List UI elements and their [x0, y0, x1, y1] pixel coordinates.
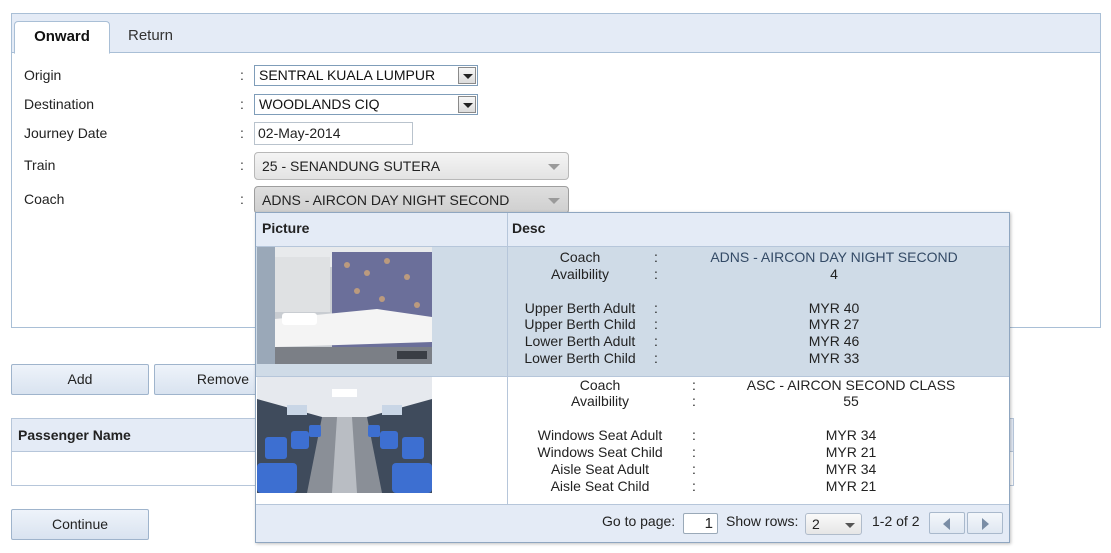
lower-berth-adult-value: MYR 46 [808, 333, 860, 349]
windows-seat-child-key: Windows Seat Child [537, 444, 663, 460]
aisle-seat-child-key: Aisle Seat Child [550, 478, 650, 494]
colon: : [692, 461, 696, 477]
coach-value: ADNS - AIRCON DAY NIGHT SECOND [262, 192, 510, 208]
colon: : [654, 333, 658, 349]
availability-key: Availbility [550, 266, 610, 282]
chevron-down-icon [845, 523, 855, 528]
destination-label: Destination [24, 96, 95, 112]
add-button[interactable]: Add [11, 364, 149, 395]
continue-button[interactable]: Continue [11, 509, 149, 540]
windows-seat-adult-key: Windows Seat Adult [537, 427, 663, 443]
coach-select[interactable]: ADNS - AIRCON DAY NIGHT SECOND [254, 186, 569, 214]
destination-select[interactable]: WOODLANDS CIQ [254, 94, 478, 115]
train-colon: : [240, 157, 244, 173]
chevron-down-icon [548, 164, 560, 170]
coach-value: ADNS - AIRCON DAY NIGHT SECOND [710, 249, 958, 265]
coach-option-row[interactable]: Coach : ASC - AIRCON SECOND CLASS Availb… [256, 377, 1009, 504]
aisle-seat-child-value: MYR 21 [825, 478, 877, 494]
colon: : [654, 316, 658, 332]
previous-page-button[interactable] [929, 512, 965, 534]
chevron-down-icon[interactable] [458, 67, 476, 84]
destination-value: WOODLANDS CIQ [259, 96, 380, 112]
coach-option-row[interactable]: Coach : ADNS - AIRCON DAY NIGHT SECOND A… [256, 247, 1009, 377]
availability-value: 55 [843, 393, 859, 409]
colon: : [692, 444, 696, 460]
upper-berth-child-key: Upper Berth Child [524, 316, 636, 332]
origin-value: SENTRAL KUALA LUMPUR [259, 67, 436, 83]
availability-key: Availbility [570, 393, 630, 409]
rows-per-page-select[interactable]: 2 [805, 513, 862, 535]
journey-date-input[interactable]: 02-May-2014 [254, 122, 413, 145]
colon: : [692, 478, 696, 494]
colon: : [654, 266, 658, 282]
go-to-page-label: Go to page: [602, 513, 676, 529]
picture-column-header: Picture [262, 220, 310, 236]
origin-label: Origin [24, 67, 62, 83]
coach-label: Coach [24, 191, 65, 207]
sleeper-berth-photo [257, 247, 432, 364]
colon: : [654, 300, 658, 316]
desc-column-header: Desc [512, 220, 546, 236]
coach-key: Coach [559, 249, 601, 265]
lower-berth-adult-key: Lower Berth Adult [524, 333, 636, 349]
seated-coach-photo [257, 377, 432, 493]
train-label: Train [24, 157, 56, 173]
rows-per-page-value: 2 [812, 516, 820, 532]
lower-berth-child-value: MYR 33 [808, 350, 860, 366]
destination-colon: : [240, 96, 244, 112]
journey-date-label: Journey Date [24, 125, 108, 141]
colon: : [692, 427, 696, 443]
page-number-input[interactable]: 1 [683, 513, 718, 534]
tab-onward[interactable]: Onward [14, 21, 110, 54]
aisle-seat-adult-value: MYR 34 [825, 461, 877, 477]
origin-select[interactable]: SENTRAL KUALA LUMPUR [254, 65, 478, 86]
colon: : [654, 249, 658, 265]
coach-value: ASC - AIRCON SECOND CLASS [746, 377, 956, 393]
colon: : [692, 377, 696, 393]
show-rows-label: Show rows: [726, 513, 799, 529]
chevron-down-icon [548, 198, 560, 204]
chevron-down-icon[interactable] [458, 96, 476, 113]
upper-berth-child-value: MYR 27 [808, 316, 860, 332]
colon: : [654, 350, 658, 366]
journey-date-colon: : [240, 125, 244, 141]
coach-key: Coach [579, 377, 621, 393]
lower-berth-child-key: Lower Berth Child [524, 350, 636, 366]
windows-seat-child-value: MYR 21 [825, 444, 877, 460]
train-select[interactable]: 25 - SENANDUNG SUTERA [254, 152, 569, 180]
aisle-seat-adult-key: Aisle Seat Adult [550, 461, 650, 477]
colon: : [692, 393, 696, 409]
tab-bar: Onward Return [12, 14, 1100, 54]
coach-colon: : [240, 191, 244, 207]
next-page-button[interactable] [967, 512, 1003, 534]
coach-dropdown-grid: Picture Desc Coach: ADNS - AIRCON DAY N… [255, 212, 1010, 543]
origin-colon: : [240, 67, 244, 83]
tab-return[interactable]: Return [112, 21, 189, 54]
page-range-text: 1-2 of 2 [872, 513, 920, 529]
grid-header: Picture Desc [256, 213, 1009, 247]
grid-pager: Go to page: 1 Show rows: 2 1-2 of 2 [256, 504, 1009, 542]
windows-seat-adult-value: MYR 34 [825, 427, 877, 443]
upper-berth-adult-value: MYR 40 [808, 300, 860, 316]
train-value: 25 - SENANDUNG SUTERA [262, 158, 441, 174]
availability-value: 4 [830, 266, 838, 282]
upper-berth-adult-key: Upper Berth Adult [524, 300, 636, 316]
